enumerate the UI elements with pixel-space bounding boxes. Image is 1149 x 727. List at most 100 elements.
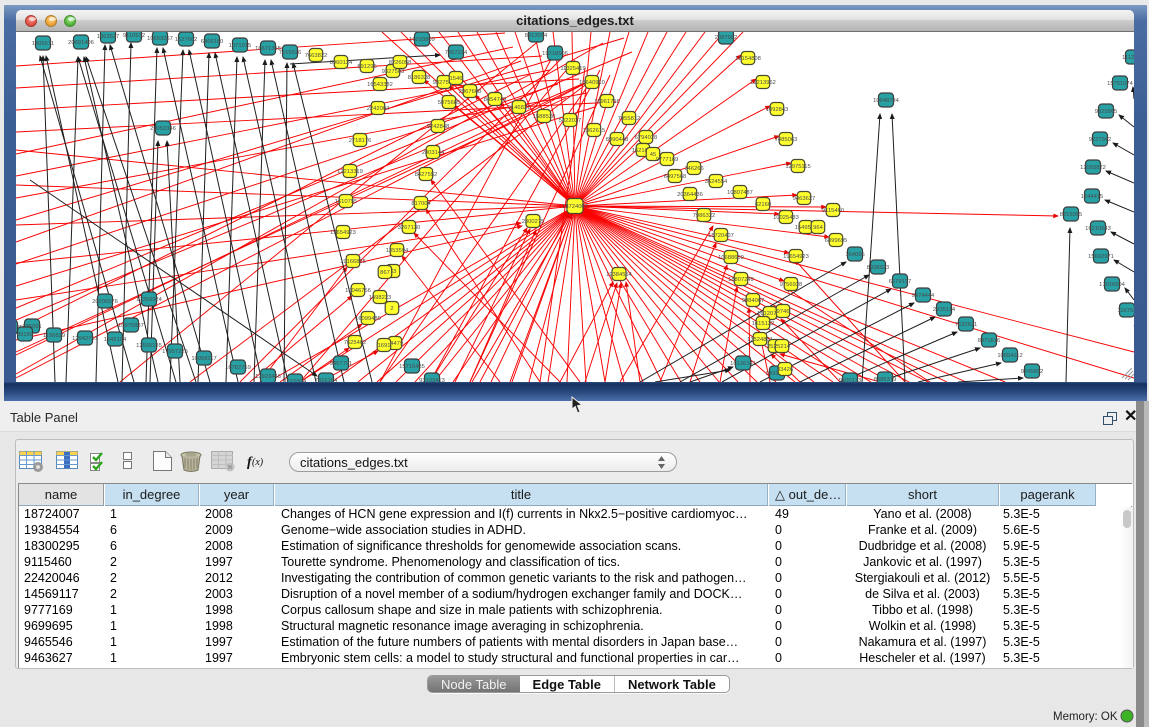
svg-text:1112843: 1112843 xyxy=(1122,55,1134,61)
svg-text:7357224: 7357224 xyxy=(445,50,468,56)
svg-text:6794028: 6794028 xyxy=(635,135,658,141)
svg-text:9146821: 9146821 xyxy=(508,105,531,111)
svg-text:9110532: 9110532 xyxy=(123,33,145,39)
svg-text:19166825: 19166825 xyxy=(340,259,366,265)
svg-text:93103413: 93103413 xyxy=(419,378,445,382)
svg-text:7515526: 7515526 xyxy=(279,50,302,56)
svg-text:16671355: 16671355 xyxy=(255,46,281,52)
svg-text:12923446: 12923446 xyxy=(255,374,281,380)
svg-text:8471676: 8471676 xyxy=(978,338,1001,344)
svg-text:9329965: 9329965 xyxy=(1095,109,1118,115)
svg-text:12093822: 12093822 xyxy=(1080,165,1106,171)
svg-text:15751074: 15751074 xyxy=(1107,81,1134,87)
svg-text:16782759: 16782759 xyxy=(225,365,251,371)
svg-text:8938923: 8938923 xyxy=(867,265,890,271)
svg-text:10654112: 10654112 xyxy=(997,353,1022,359)
svg-text:6497568: 6497568 xyxy=(664,174,687,180)
svg-text:18724007: 18724007 xyxy=(562,204,588,210)
svg-text:7485063: 7485063 xyxy=(775,137,798,143)
svg-text:19218506: 19218506 xyxy=(542,51,568,57)
svg-text:8215955: 8215955 xyxy=(1060,212,1083,218)
svg-text:2300275: 2300275 xyxy=(522,219,545,225)
svg-text:8960124: 8960124 xyxy=(330,60,353,66)
svg-text:9227342: 9227342 xyxy=(1089,137,1112,143)
svg-text:1092843: 1092843 xyxy=(766,107,789,113)
svg-text:12505135: 12505135 xyxy=(136,343,162,349)
svg-text:1546: 1546 xyxy=(450,76,463,82)
svg-text:15692971: 15692971 xyxy=(1088,254,1114,260)
svg-text:33426: 33426 xyxy=(777,367,793,373)
svg-text:1615594: 1615594 xyxy=(284,379,307,382)
svg-text:17359924: 17359924 xyxy=(136,297,163,303)
svg-text:(x): (x) xyxy=(252,457,264,468)
svg-text:8186328: 8186328 xyxy=(408,75,431,81)
svg-text:9746: 9746 xyxy=(777,309,790,315)
svg-text:116753: 116753 xyxy=(1118,308,1134,314)
svg-text:16099489: 16099489 xyxy=(355,316,381,322)
svg-text:6899695: 6899695 xyxy=(825,238,848,244)
svg-text:1362615: 1362615 xyxy=(583,128,606,134)
svg-text:1691: 1691 xyxy=(378,343,391,349)
svg-text:16136141: 16136141 xyxy=(730,361,756,367)
svg-text:18807249: 18807249 xyxy=(728,277,754,283)
svg-text:7986322: 7986322 xyxy=(693,213,716,219)
svg-text:16961758: 16961758 xyxy=(594,99,620,105)
svg-text:29053346: 29053346 xyxy=(150,126,176,132)
svg-text:39159: 39159 xyxy=(17,332,33,338)
svg-text:17957225: 17957225 xyxy=(162,349,188,355)
svg-text:1615132: 1615132 xyxy=(752,321,775,327)
svg-text:12975115: 12975115 xyxy=(785,164,810,170)
svg-text:2935114: 2935114 xyxy=(933,307,956,313)
svg-text:817004: 817004 xyxy=(411,201,431,207)
svg-text:964: 964 xyxy=(813,225,823,231)
svg-text:1353594: 1353594 xyxy=(386,248,409,254)
svg-text:10025433: 10025433 xyxy=(773,215,799,221)
svg-text:164095: 164095 xyxy=(845,252,864,258)
svg-text:9756928: 9756928 xyxy=(780,282,803,288)
svg-text:891295: 891295 xyxy=(357,64,376,70)
svg-text:9242848: 9242848 xyxy=(427,124,450,130)
svg-text:15720407: 15720407 xyxy=(708,233,734,239)
svg-text:1610755: 1610755 xyxy=(335,199,358,205)
svg-text:3267130: 3267130 xyxy=(398,225,421,231)
svg-text:9245652: 9245652 xyxy=(1021,369,1044,375)
svg-text:9463627: 9463627 xyxy=(793,196,816,202)
svg-text:3624554: 3624554 xyxy=(705,179,728,185)
svg-text:9327503: 9327503 xyxy=(382,69,405,75)
svg-text:1156829: 1156829 xyxy=(43,333,65,339)
svg-text:25214: 25214 xyxy=(774,344,791,350)
svg-text:12942757: 12942757 xyxy=(72,336,98,342)
svg-text:8990448: 8990448 xyxy=(606,137,629,143)
svg-text:20364436: 20364436 xyxy=(677,192,703,198)
svg-text:17016504: 17016504 xyxy=(1099,282,1126,288)
svg-text:9777169: 9777169 xyxy=(656,157,679,163)
svg-text:8427552: 8427552 xyxy=(415,172,438,178)
svg-text:19654923: 19654923 xyxy=(783,254,809,260)
svg-text:8454749: 8454749 xyxy=(484,97,507,103)
svg-text:9600133: 9600133 xyxy=(839,378,862,382)
svg-text:746266: 746266 xyxy=(684,166,703,172)
svg-text:10807487: 10807487 xyxy=(727,190,753,196)
svg-text:16154808: 16154808 xyxy=(735,56,761,62)
svg-text:1071915: 1071915 xyxy=(229,43,252,49)
svg-text:18640910: 18640910 xyxy=(579,80,605,86)
svg-text:9457791: 9457791 xyxy=(330,361,353,367)
svg-text:6466160: 6466160 xyxy=(201,39,224,45)
svg-text:2718176: 2718176 xyxy=(349,138,372,144)
svg-text:5322037: 5322037 xyxy=(559,118,582,124)
svg-text:16033809: 16033809 xyxy=(409,37,435,43)
svg-text:867: 867 xyxy=(380,270,390,276)
svg-text:15716485: 15716485 xyxy=(399,364,425,370)
svg-text:10975887: 10975887 xyxy=(118,323,144,329)
svg-text:7632621: 7632621 xyxy=(955,322,978,328)
svg-text:1588520: 1588520 xyxy=(533,114,556,120)
svg-text:10046756: 10046756 xyxy=(345,288,371,294)
svg-text:8813054: 8813054 xyxy=(525,33,548,39)
svg-text:12213319: 12213319 xyxy=(337,169,363,175)
svg-text:9084067: 9084067 xyxy=(742,298,765,304)
svg-text:10688609: 10688609 xyxy=(718,255,744,261)
svg-text:2967608: 2967608 xyxy=(459,89,482,95)
svg-text:1405571: 1405571 xyxy=(32,41,55,47)
svg-text:1345194: 1345194 xyxy=(104,337,127,343)
svg-text:1498223: 1498223 xyxy=(369,295,392,301)
